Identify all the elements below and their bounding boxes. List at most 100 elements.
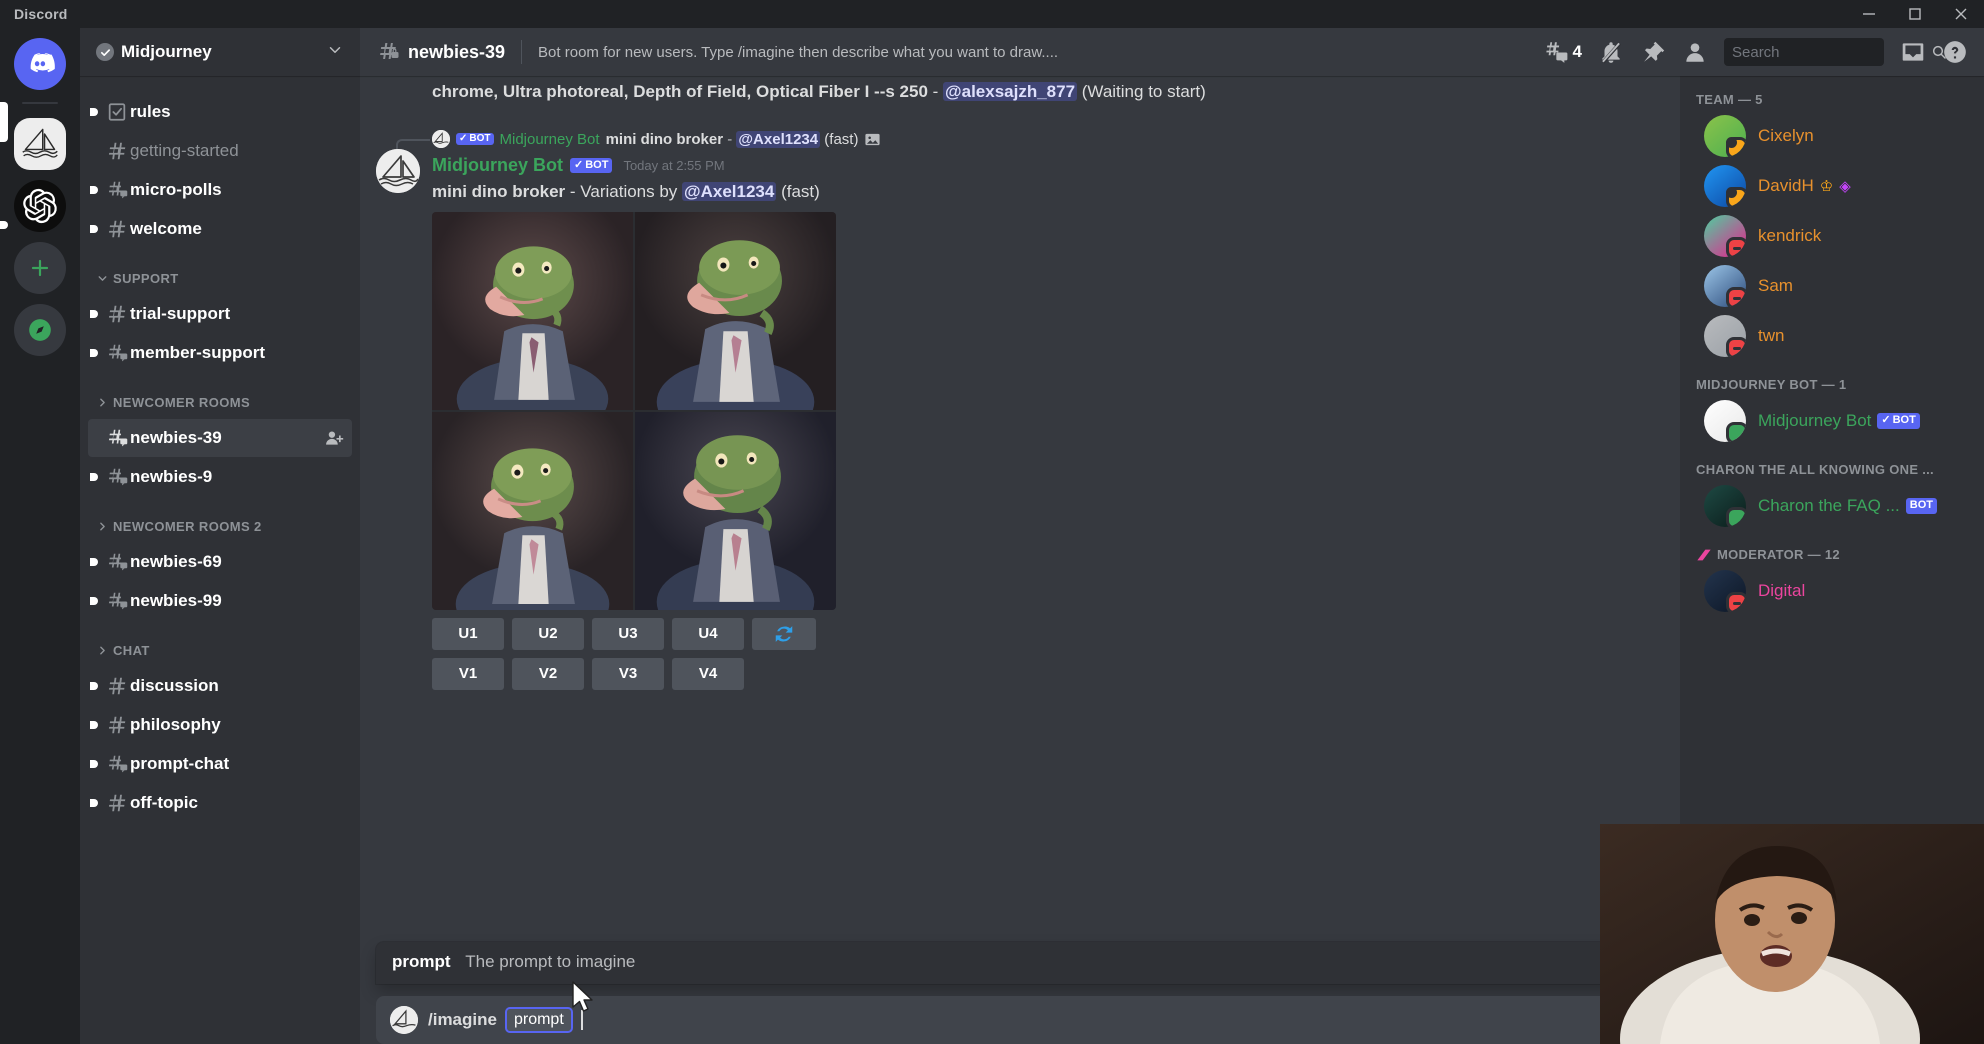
reply-author[interactable]: Midjourney Bot xyxy=(500,131,600,148)
avatar xyxy=(1704,315,1746,357)
close-icon[interactable] xyxy=(1938,0,1984,28)
moderator-role-icon xyxy=(1696,548,1712,562)
reply-content-mention[interactable]: @Axel1234 xyxy=(736,130,821,148)
sidebar-channel-off-topic[interactable]: off-topic xyxy=(88,784,352,822)
pinned-messages-button[interactable] xyxy=(1632,36,1674,68)
inbox-button[interactable] xyxy=(1892,36,1934,68)
channel-topic[interactable]: Bot room for new users. Type /imagine th… xyxy=(538,44,1058,61)
unread-indicator xyxy=(90,682,100,690)
add-member-icon[interactable] xyxy=(324,428,344,448)
sidebar-channel-getting-started[interactable]: getting-started xyxy=(88,132,352,170)
upscale-button-u3[interactable]: U3 xyxy=(592,617,664,650)
channel-category-newcomer-rooms[interactable]: NEWCOMER ROOMS xyxy=(80,386,360,418)
sidebar-channel-newbies-9[interactable]: newbies-9 xyxy=(88,458,352,496)
add-server-button[interactable] xyxy=(14,242,66,294)
grid-cell-2[interactable] xyxy=(635,211,836,410)
verified-check-icon xyxy=(96,43,114,61)
variation-button-v4[interactable]: V4 xyxy=(672,657,744,690)
message-bot-check: ✓ xyxy=(574,159,584,172)
grid-cell-3[interactable] xyxy=(432,411,633,610)
member-row-midjourney-bot[interactable]: Midjourney Bot ✓ BOT xyxy=(1688,396,1976,446)
sidebar-channel-rules[interactable]: rules xyxy=(88,93,352,131)
message-scroller[interactable]: chrome, Ultra photoreal, Depth of Field,… xyxy=(360,76,1680,1044)
upscale-button-u4[interactable]: U4 xyxy=(672,617,744,650)
member-group-moderator-12: MODERATOR — 12 xyxy=(1680,531,1984,566)
generated-image-grid[interactable] xyxy=(432,211,836,610)
message-body-mention[interactable]: @Axel1234 xyxy=(682,182,777,202)
minimize-icon[interactable] xyxy=(1846,0,1892,28)
truncated-prompt-mention[interactable]: @alexsajzh_877 xyxy=(943,82,1078,101)
sidebar-channel-philosophy[interactable]: philosophy xyxy=(88,706,352,744)
member-group-midjourney-bot-1: MIDJOURNEY BOT — 1 xyxy=(1680,361,1984,396)
channel-title: newbies-39 xyxy=(408,41,506,62)
message-timestamp: Today at 2:55 PM xyxy=(623,157,725,173)
variation-button-v3[interactable]: V3 xyxy=(592,657,664,690)
member-row-kendrick[interactable]: kendrick xyxy=(1688,211,1976,261)
channel-category-support[interactable]: SUPPORT xyxy=(80,262,360,294)
sidebar-channel-micro-polls[interactable]: micro-polls xyxy=(88,171,352,209)
upscale-button-u1[interactable]: U1 xyxy=(432,617,504,650)
message-avatar[interactable] xyxy=(376,149,420,194)
variation-button-v2[interactable]: V2 xyxy=(512,657,584,690)
sidebar-channel-discussion[interactable]: discussion xyxy=(88,667,352,705)
sidebar-channel-newbies-99[interactable]: newbies-99 xyxy=(88,582,352,620)
member-row-davidh[interactable]: DavidH ♔ ◈ xyxy=(1688,161,1976,211)
notification-settings-button[interactable] xyxy=(1590,36,1632,68)
channel-list[interactable]: rules getting-started micro-polls welcome SU… xyxy=(80,76,360,1044)
message-body-mid: - Variations by xyxy=(565,182,683,202)
grid-cell-4[interactable] xyxy=(635,411,836,610)
sidebar-channel-prompt-chat[interactable]: prompt-chat xyxy=(88,745,352,783)
sidebar-channel-newbies-39[interactable]: newbies-39 xyxy=(88,419,352,457)
sidebar-channel-welcome[interactable]: welcome xyxy=(88,210,352,248)
hash-thread-icon xyxy=(104,342,130,364)
channel-category-chat[interactable]: CHAT xyxy=(80,634,360,666)
avatar xyxy=(1704,570,1746,612)
help-button[interactable] xyxy=(1934,36,1976,68)
sidebar-channel-trial-support[interactable]: trial-support xyxy=(88,295,352,333)
composer-wrapper: /imagine prompt xyxy=(376,996,1664,1044)
member-row-twn[interactable]: twn xyxy=(1688,311,1976,361)
member-name-wrap: Digital xyxy=(1758,581,1805,601)
refresh-icon[interactable] xyxy=(752,617,816,650)
unread-indicator xyxy=(90,473,100,481)
truncated-prompt-body: chrome, Ultra photoreal, Depth of Field,… xyxy=(432,82,928,101)
channel-name: trial-support xyxy=(130,304,231,323)
hash-thread-icon xyxy=(104,590,130,612)
member-list-toggle[interactable] xyxy=(1674,36,1716,68)
avatar xyxy=(1704,400,1746,442)
message-body: mini dino broker - Variations by @Axel12… xyxy=(432,180,1616,203)
server-home-button[interactable] xyxy=(14,38,66,90)
member-name-wrap: Cixelyn xyxy=(1758,126,1814,146)
reply-bot-badge: ✓ BOT xyxy=(456,133,494,146)
variation-button-row[interactable]: V1 V2 V3 V4 xyxy=(432,657,1616,690)
variation-button-v1[interactable]: V1 xyxy=(432,657,504,690)
server-icon-openai[interactable] xyxy=(14,180,66,232)
channel-name: micro-polls xyxy=(130,180,222,199)
command-argument-chip[interactable]: prompt xyxy=(504,1007,573,1033)
explore-servers-button[interactable] xyxy=(14,304,66,356)
member-row-digital[interactable]: Digital xyxy=(1688,566,1976,616)
chevron-down-icon[interactable] xyxy=(326,41,344,64)
hash-icon xyxy=(104,792,130,814)
member-row-charon-the-faq-[interactable]: Charon the FAQ ... BOT xyxy=(1688,481,1976,531)
member-row-cixelyn[interactable]: Cixelyn xyxy=(1688,111,1976,161)
sidebar-channel-member-support[interactable]: member-support xyxy=(88,334,352,372)
channel-name: member-support xyxy=(130,343,266,362)
upscale-button-row[interactable]: U1 U2 U3 U4 xyxy=(432,617,1616,650)
channel-category-newcomer-rooms-2[interactable]: NEWCOMER ROOMS 2 xyxy=(80,510,360,542)
message-author[interactable]: Midjourney Bot xyxy=(432,153,563,178)
search-box[interactable] xyxy=(1724,38,1946,66)
member-row-sam[interactable]: Sam xyxy=(1688,261,1976,311)
maximize-icon[interactable] xyxy=(1892,0,1938,28)
threads-button[interactable]: 4 xyxy=(1535,36,1590,68)
message-composer[interactable]: /imagine prompt xyxy=(376,996,1664,1044)
reply-reference[interactable]: ✓ BOT Midjourney Bot mini dino broker - @… xyxy=(382,127,1616,151)
grid-cell-1[interactable] xyxy=(432,211,633,410)
server-icon-midjourney[interactable] xyxy=(14,118,66,170)
hash-icon xyxy=(104,675,130,697)
upscale-button-u2[interactable]: U2 xyxy=(512,617,584,650)
guild-header[interactable]: Midjourney xyxy=(80,28,360,76)
avatar xyxy=(1704,215,1746,257)
sidebar-channel-newbies-69[interactable]: newbies-69 xyxy=(88,543,352,581)
truncated-prompt-suffix: (Waiting to start) xyxy=(1077,82,1206,101)
